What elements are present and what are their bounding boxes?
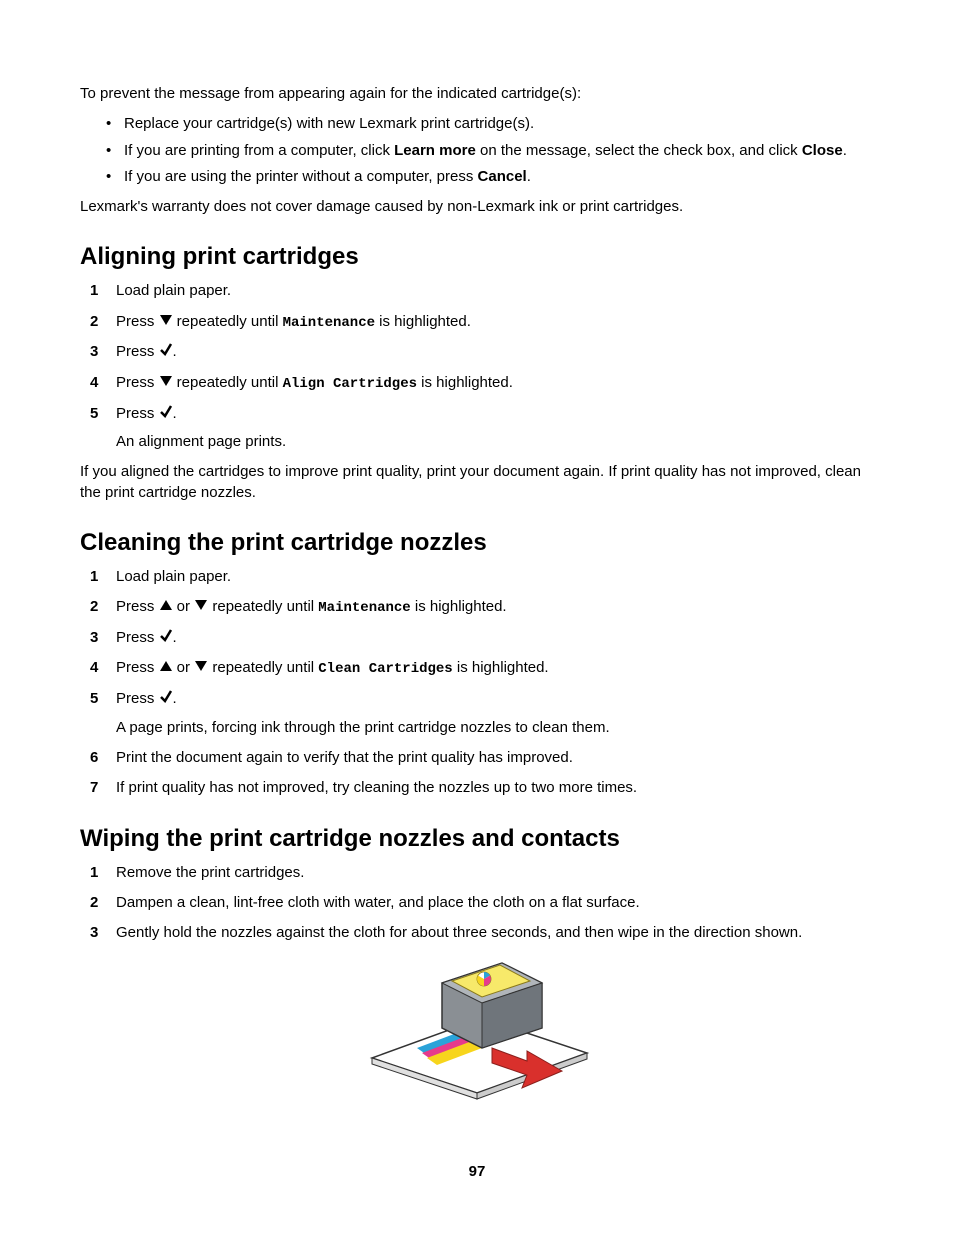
check-icon bbox=[159, 404, 173, 424]
heading-aligning: Aligning print cartridges bbox=[80, 243, 874, 271]
step: Gently hold the nozzles against the clot… bbox=[90, 923, 874, 943]
step: Print the document again to verify that … bbox=[90, 748, 874, 768]
bullet-item: If you are printing from a computer, cli… bbox=[106, 141, 874, 161]
cartridge-wipe-illustration bbox=[362, 953, 592, 1103]
step: Press or repeatedly until Clean Cartridg… bbox=[90, 658, 874, 679]
aligning-steps: Load plain paper. Press repeatedly until… bbox=[80, 281, 874, 452]
check-icon bbox=[159, 689, 173, 709]
check-icon bbox=[159, 628, 173, 648]
heading-wiping: Wiping the print cartridge nozzles and c… bbox=[80, 825, 874, 853]
step: Press . bbox=[90, 628, 874, 648]
intro-text: To prevent the message from appearing ag… bbox=[80, 84, 874, 104]
up-arrow-icon bbox=[159, 658, 173, 678]
intro-bullets: Replace your cartridge(s) with new Lexma… bbox=[80, 114, 874, 187]
step: Remove the print cartridges. bbox=[90, 863, 874, 883]
step-subtext: An alignment page prints. bbox=[116, 432, 874, 452]
step: Load plain paper. bbox=[90, 567, 874, 587]
heading-cleaning: Cleaning the print cartridge nozzles bbox=[80, 529, 874, 557]
step: Load plain paper. bbox=[90, 281, 874, 301]
step: Press or repeatedly until Maintenance is… bbox=[90, 597, 874, 618]
step: Press . An alignment page prints. bbox=[90, 404, 874, 453]
bullet-item: If you are using the printer without a c… bbox=[106, 167, 874, 187]
step: Press repeatedly until Align Cartridges … bbox=[90, 373, 874, 394]
step: Press . bbox=[90, 342, 874, 362]
step-subtext: A page prints, forcing ink through the p… bbox=[116, 718, 874, 738]
page-number: 97 bbox=[80, 1163, 874, 1180]
step: Press repeatedly until Maintenance is hi… bbox=[90, 312, 874, 333]
down-arrow-icon bbox=[159, 312, 173, 332]
down-arrow-icon bbox=[194, 658, 208, 678]
bullet-item: Replace your cartridge(s) with new Lexma… bbox=[106, 114, 874, 134]
check-icon bbox=[159, 342, 173, 362]
aligning-after: If you aligned the cartridges to improve… bbox=[80, 462, 874, 503]
wiping-steps: Remove the print cartridges. Dampen a cl… bbox=[80, 863, 874, 944]
step: If print quality has not improved, try c… bbox=[90, 778, 874, 798]
cleaning-steps: Load plain paper. Press or repeatedly un… bbox=[80, 567, 874, 799]
down-arrow-icon bbox=[159, 373, 173, 393]
warranty-text: Lexmark's warranty does not cover damage… bbox=[80, 197, 874, 217]
up-arrow-icon bbox=[159, 597, 173, 617]
step: Dampen a clean, lint-free cloth with wat… bbox=[90, 893, 874, 913]
down-arrow-icon bbox=[194, 597, 208, 617]
step: Press . A page prints, forcing ink throu… bbox=[90, 689, 874, 738]
